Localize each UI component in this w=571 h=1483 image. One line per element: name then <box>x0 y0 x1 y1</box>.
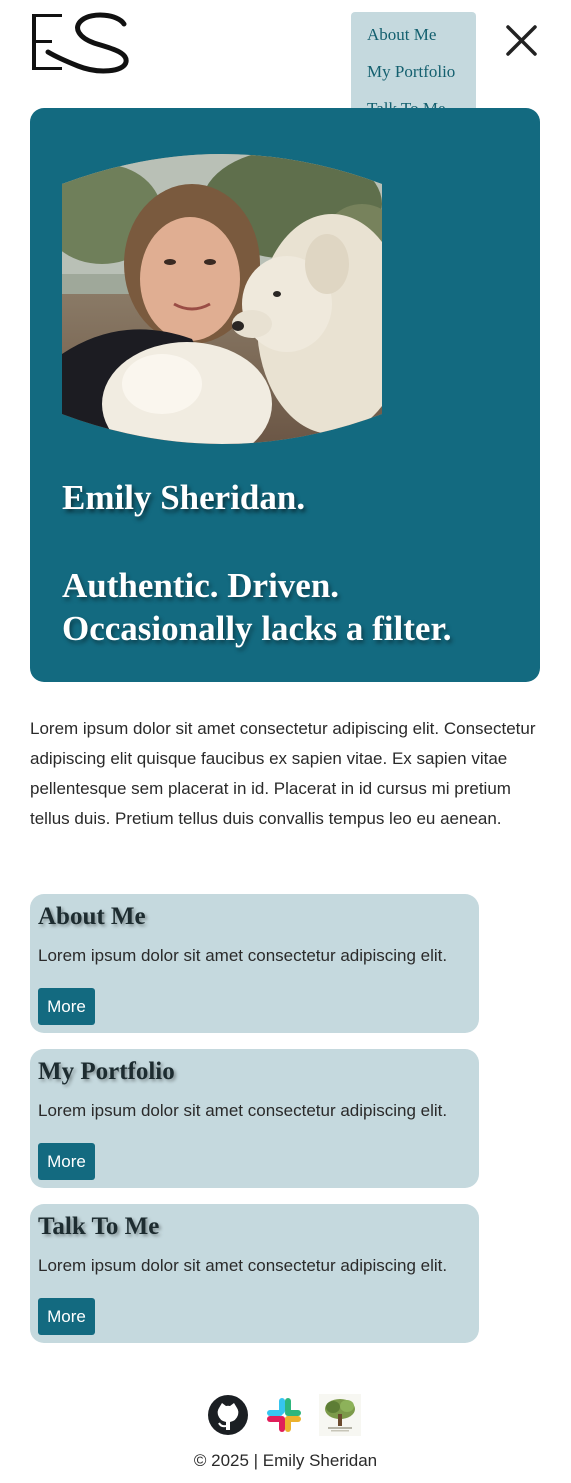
card-text: Lorem ipsum dolor sit amet consectetur a… <box>38 946 448 965</box>
close-menu-button[interactable] <box>502 22 540 60</box>
github-icon[interactable] <box>207 1394 249 1436</box>
profile-photo <box>62 154 382 444</box>
more-button-talk-to-me[interactable]: More <box>38 1298 95 1335</box>
more-button-about-me[interactable]: More <box>38 988 95 1025</box>
intro-paragraph: Lorem ipsum dolor sit amet consectetur a… <box>30 719 536 828</box>
hero-name: Emily Sheridan. <box>62 478 306 517</box>
hero-section: Emily Sheridan. Authentic. Driven. Occas… <box>30 108 540 682</box>
card-title: Talk To Me <box>38 1213 160 1240</box>
nav-item-my-portfolio[interactable]: My Portfolio <box>351 61 476 98</box>
card-talk-to-me: Talk To Me Lorem ipsum dolor sit amet co… <box>30 1204 479 1343</box>
social-links <box>207 1394 361 1436</box>
close-x-icon <box>506 25 537 56</box>
card-about-me: About Me Lorem ipsum dolor sit amet cons… <box>30 894 479 1033</box>
hero-tagline-line-2: Occasionally lacks a filter. <box>62 609 452 648</box>
more-button-my-portfolio[interactable]: More <box>38 1143 95 1180</box>
footer-copyright: © 2025 | Emily Sheridan <box>193 1451 378 1470</box>
nav-item-about-me[interactable]: About Me <box>351 24 476 61</box>
slack-icon[interactable] <box>263 1394 305 1436</box>
hero-tagline: Authentic. Driven. Occasionally lacks a … <box>62 564 512 650</box>
hero-tagline-line-1: Authentic. Driven. <box>62 566 340 605</box>
card-my-portfolio: My Portfolio Lorem ipsum dolor sit amet … <box>30 1049 479 1188</box>
card-title: My Portfolio <box>38 1058 175 1085</box>
card-text: Lorem ipsum dolor sit amet consectetur a… <box>38 1101 448 1120</box>
tree-logo-icon[interactable] <box>319 1394 361 1436</box>
card-text: Lorem ipsum dolor sit amet consectetur a… <box>38 1256 448 1275</box>
site-logo[interactable] <box>28 10 132 74</box>
card-title: About Me <box>38 903 146 930</box>
es-monogram-logo <box>32 12 129 74</box>
